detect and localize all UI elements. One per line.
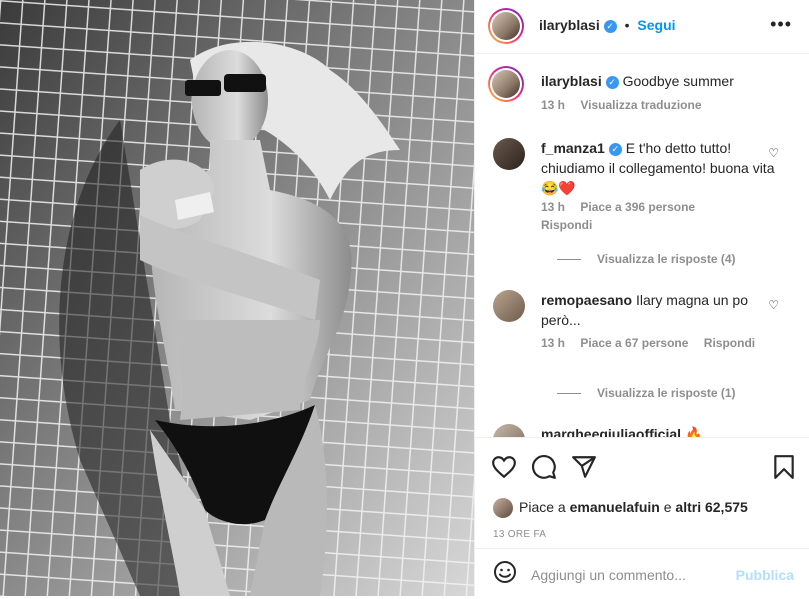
commenter-username[interactable]: f_manza1 <box>541 140 605 156</box>
post-side-panel: ilaryblasi ✓ • Segui ••• ilaryblasi ✓ Good… <box>474 0 809 596</box>
comment-body: 🔥 <box>684 426 703 437</box>
comment-text: f_manza1 ✓ E t'ho detto tutto! chiudiamo … <box>541 138 781 198</box>
caption-avatar[interactable] <box>492 70 520 98</box>
share-icon[interactable] <box>571 454 597 480</box>
likes-connector: e <box>663 499 672 515</box>
caption-meta: 13 h Visualizza traduzione <box>541 98 714 112</box>
post-timestamp[interactable]: 13 ORE FA <box>493 529 546 540</box>
caption-text: ilaryblasi ✓ Goodbye summer <box>541 71 781 91</box>
view-replies-label[interactable]: Visualizza le risposte (1) <box>597 386 736 400</box>
caption-avatar-ring[interactable] <box>488 66 524 102</box>
verified-icon: ✓ <box>608 143 622 156</box>
comment-composer: Aggiungi un commento... Pubblica <box>475 548 809 599</box>
comment-meta: 13 h Piace a 67 persone Rispondi <box>541 336 767 350</box>
caption-body: Goodbye summer <box>622 73 734 89</box>
comment-meta: 13 h Piace a 396 persone <box>541 200 707 214</box>
author-username[interactable]: ilaryblasi <box>539 17 600 33</box>
commenter-avatar[interactable] <box>493 138 525 170</box>
replies-line <box>557 259 581 261</box>
likes-others[interactable]: altri 62,575 <box>675 499 747 515</box>
story-ring[interactable] <box>488 8 524 44</box>
comment-time[interactable]: 13 h <box>541 200 565 214</box>
comment-icon[interactable] <box>531 454 557 480</box>
verified-icon: ✓ <box>605 76 619 89</box>
liker-username[interactable]: emanuelafuin <box>570 499 660 515</box>
commenter-username[interactable]: remopaesano <box>541 292 632 308</box>
comment-text: remopaesano Ilary magna un po però... <box>541 290 781 330</box>
caption-time[interactable]: 13 h <box>541 98 565 112</box>
author-avatar[interactable] <box>492 12 520 40</box>
comment-heart-icon[interactable]: ♡ <box>768 298 779 312</box>
comment-input[interactable]: Aggiungi un commento... <box>531 567 686 583</box>
heart-icon[interactable] <box>491 454 517 480</box>
photo-illustration <box>0 0 474 596</box>
comment-text: margheegiuliaofficial 🔥 <box>541 424 781 437</box>
more-options-icon[interactable]: ••• <box>770 14 792 35</box>
likes-summary: Piace a emanuelafuin e altri 62,575 <box>493 498 748 518</box>
view-replies-label[interactable]: Visualizza le risposte (4) <box>597 252 736 266</box>
liker-avatar[interactable] <box>493 498 513 518</box>
commenter-avatar[interactable] <box>493 424 525 437</box>
dot-separator: • <box>624 17 630 33</box>
reply-link[interactable]: Rispondi <box>541 218 592 232</box>
comment-heart-icon[interactable]: ♡ <box>768 146 779 160</box>
reply-link[interactable]: Rispondi <box>704 336 755 350</box>
view-replies[interactable]: Visualizza le risposte (4) <box>557 252 736 266</box>
commenter-avatar[interactable] <box>493 290 525 322</box>
translate-link[interactable]: Visualizza traduzione <box>580 98 701 112</box>
emoji-icon[interactable] <box>493 560 517 584</box>
likes-prefix: Piace a <box>519 499 566 515</box>
comment-time[interactable]: 13 h <box>541 336 565 350</box>
publish-button[interactable]: Pubblica <box>736 567 794 583</box>
view-replies[interactable]: Visualizza le risposte (1) <box>557 386 736 400</box>
post-image[interactable] <box>0 0 474 596</box>
commenter-username[interactable]: margheegiuliaofficial <box>541 426 681 437</box>
verified-icon: ✓ <box>603 20 617 33</box>
comment-likes[interactable]: Piace a 396 persone <box>580 200 695 214</box>
comment-likes[interactable]: Piace a 67 persone <box>580 336 688 350</box>
comments-list[interactable]: ilaryblasi ✓ Goodbye summer 13 h Visualiz… <box>475 55 809 437</box>
post-actions: Piace a emanuelafuin e altri 62,575 13 O… <box>475 437 809 598</box>
post-header: ilaryblasi ✓ • Segui ••• <box>475 0 809 54</box>
header-user-line: ilaryblasi ✓ • Segui <box>539 17 676 33</box>
save-icon[interactable] <box>771 454 797 480</box>
caption-username[interactable]: ilaryblasi <box>541 73 602 89</box>
replies-line <box>557 393 581 395</box>
follow-button[interactable]: Segui <box>637 17 675 33</box>
